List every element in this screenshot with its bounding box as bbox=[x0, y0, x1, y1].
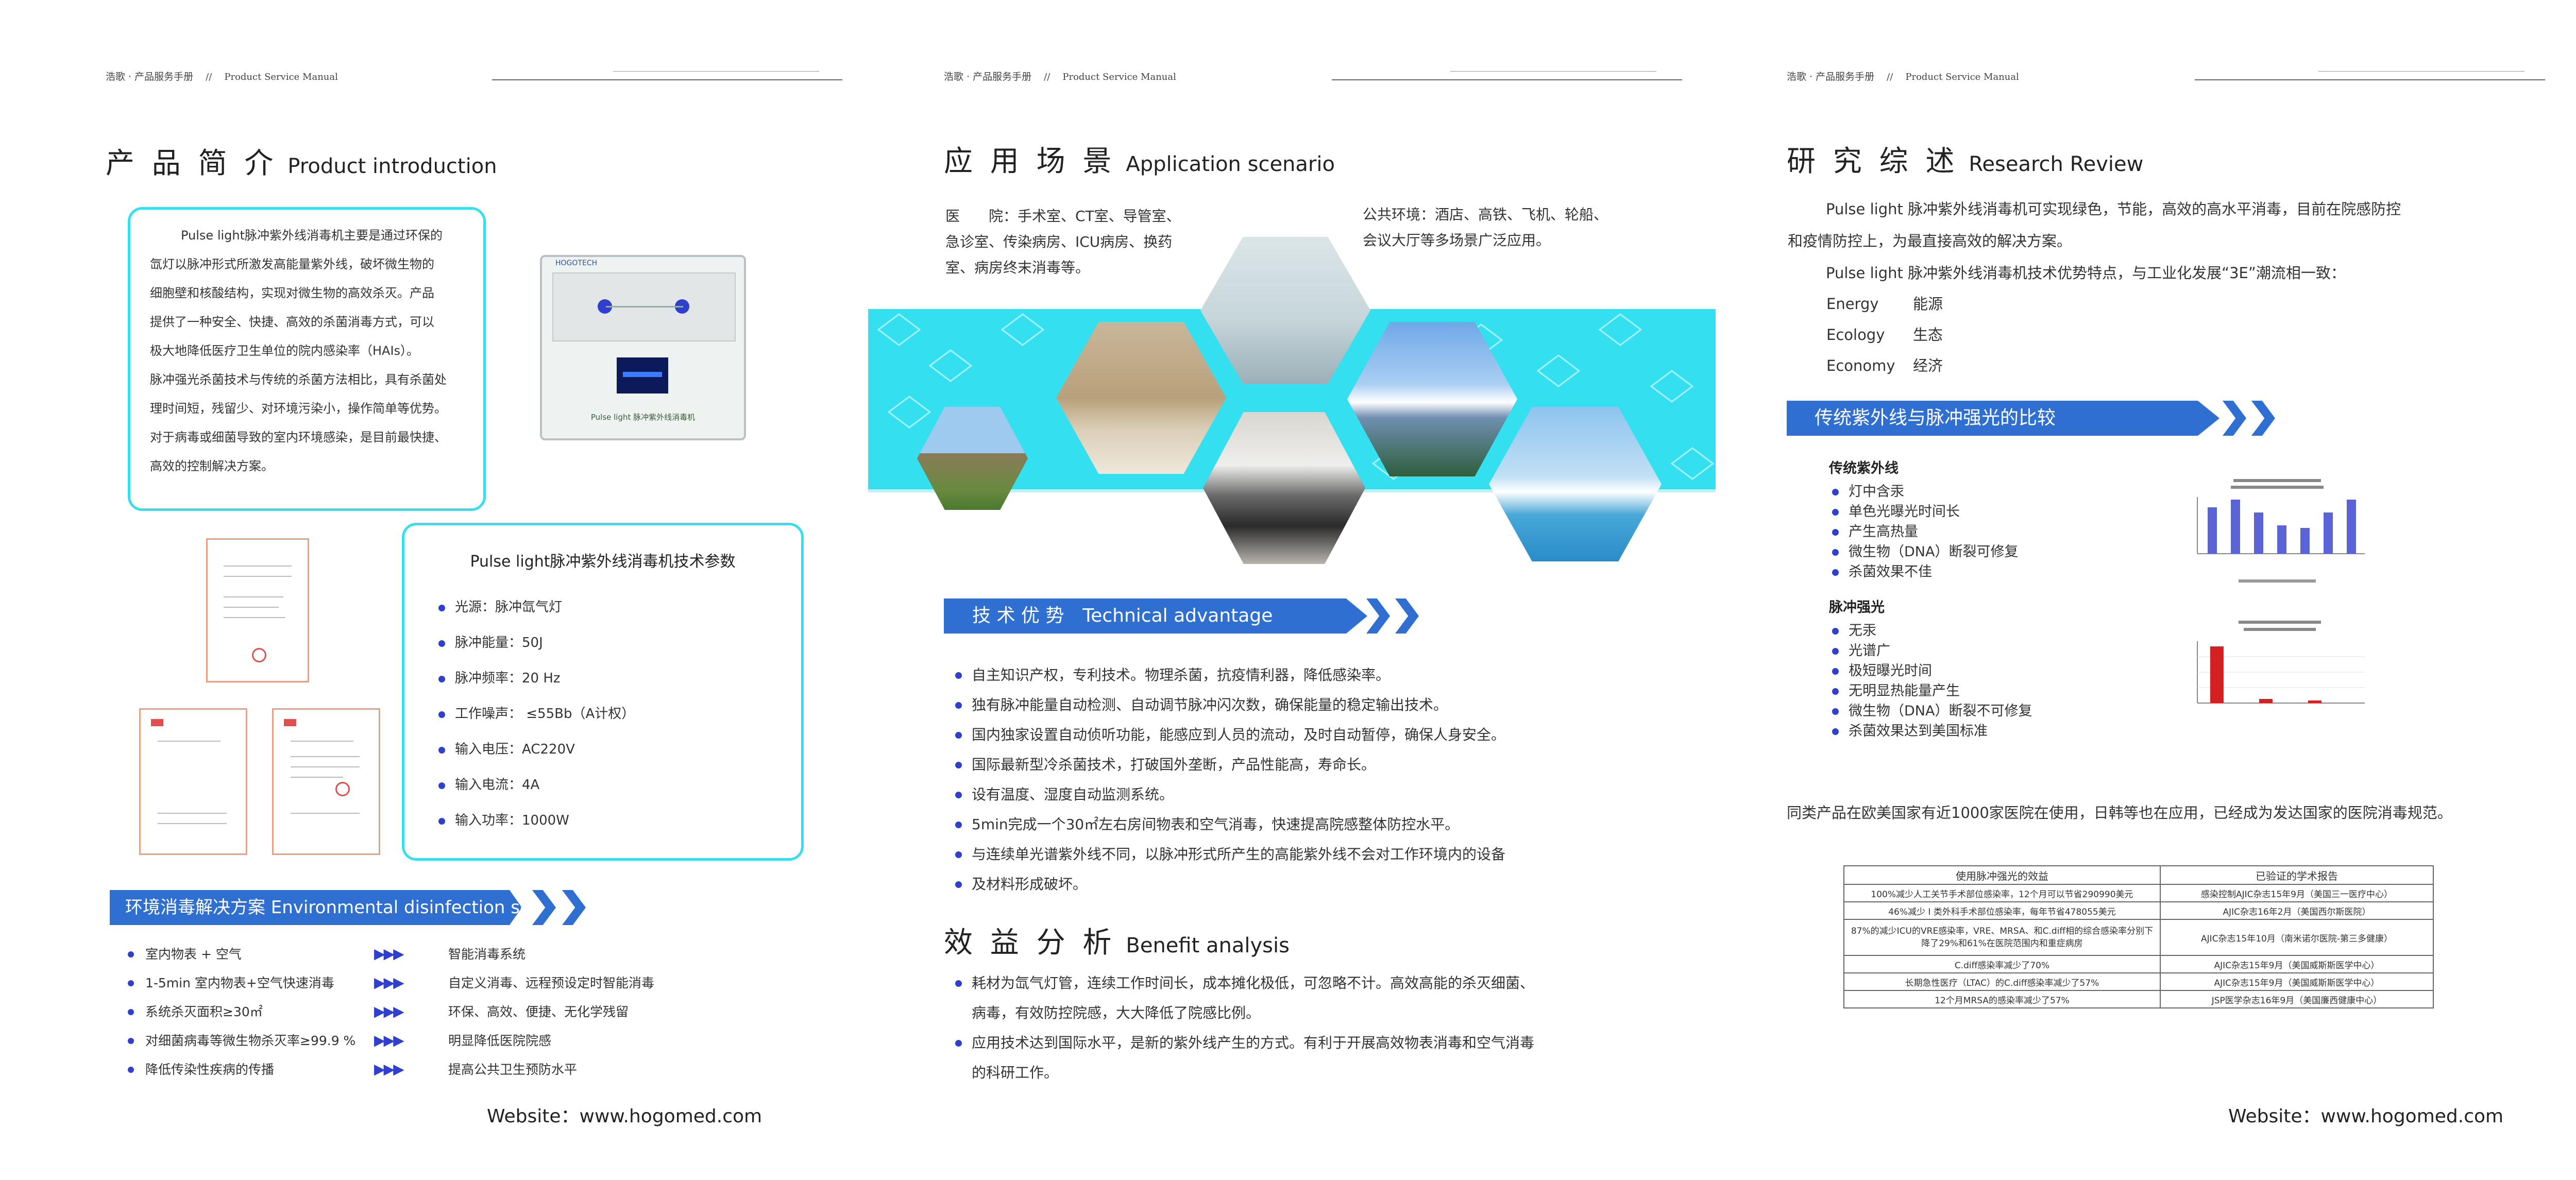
tech-item: 5min完成一个30㎡左右房间物表和空气消毒，快速提高院感整体防控水平。 bbox=[952, 810, 1699, 840]
env-solutions-banner: 环境消毒解决方案 Environmental disinfection solu… bbox=[110, 890, 609, 925]
intro-box: Pulse light脉冲紫外线消毒机主要是通过环保的 氙灯以脉冲形式所激发高能… bbox=[128, 207, 486, 511]
param-item: 光源：脉冲氙气灯 bbox=[435, 590, 635, 625]
chevron-icon bbox=[562, 890, 586, 925]
website-footer[interactable]: Website：www.hogomed.com bbox=[2228, 1101, 2503, 1128]
arrows-icon: ▶▶▶ bbox=[374, 945, 404, 962]
seal-icon bbox=[252, 648, 266, 662]
table-row: 12个月MRSA的感染率减少了57% JSP医学杂志16年9月（美国廉西健康中心… bbox=[1843, 990, 2434, 1008]
arrows-icon: ▶▶▶ bbox=[374, 1032, 404, 1049]
research-table: 使用脉冲强光的效益 已验证的学术报告 100%减少人工关节手术部位感染率，12个… bbox=[1843, 865, 2434, 1008]
benefit-list: 耗材为氙气灯管，连续工作时间长，成本摊化极低，可忽略不计。高效高能的杀灭细菌、 … bbox=[952, 968, 1699, 1088]
pulse-item: 极短曝光时间 bbox=[1829, 661, 2190, 681]
tech-item: 与连续单光谱紫外线不同，以脉冲形式所产生的高能紫外线不会对工作环境内的设备 bbox=[952, 840, 1699, 869]
arrows-icon: ▶▶▶ bbox=[374, 1003, 404, 1020]
table-row: C.diff感染率减少了70% AJIC杂志15年9月（美国威斯斯医学中心） bbox=[1843, 955, 2434, 973]
chart-thumbnail-pulse bbox=[2182, 615, 2372, 752]
page-title: 产 品 简 介 Product introduction bbox=[106, 147, 497, 180]
pulse-item: 光谱广 bbox=[1829, 641, 2190, 661]
certificate-doc-2 bbox=[139, 708, 247, 855]
table-row: 100%减少人工关节手术部位感染率，12个月可以节省290990美元 感染控制A… bbox=[1843, 884, 2434, 902]
device-image: HOGOTECH Pulse light 脉冲紫外线消毒机 bbox=[540, 255, 746, 440]
header-brand: 浩歌 · 产品服务手册 bbox=[106, 71, 194, 82]
chevron-icon bbox=[2251, 401, 2275, 436]
param-item: 输入电流：4A bbox=[435, 767, 635, 803]
header-rule bbox=[492, 79, 842, 80]
page1-header: 浩歌 · 产品服务手册 // Product Service Manual bbox=[106, 71, 338, 82]
param-item: 脉冲频率：20 Hz bbox=[435, 661, 635, 696]
tech-item: 设有温度、湿度自动监测系统。 bbox=[952, 780, 1699, 810]
research-intro: Pulse light 脉冲紫外线消毒机可实现绿色，节能，高效的高水平消毒，目前… bbox=[1788, 200, 2401, 282]
public-scenario-text: 公共环境：酒店、高铁、飞机、轮船、 会议大厅等多场景广泛应用。 bbox=[1363, 206, 1608, 249]
pulse-item: 无汞 bbox=[1829, 621, 2190, 641]
param-item: 输入功率：1000W bbox=[435, 803, 635, 839]
tech-item: 自主知识产权，专利技术。物理杀菌，抗疫情利器，降低感染率。 bbox=[952, 660, 1699, 690]
header-rule bbox=[2195, 79, 2545, 80]
page-title: 应 用 场 景 Application scenario bbox=[944, 145, 1335, 178]
intro-text: Pulse light脉冲紫外线消毒机主要是通过环保的 氙灯以脉冲形式所激发高能… bbox=[150, 228, 447, 473]
pulse-item: 杀菌效果达到美国标准 bbox=[1829, 721, 2190, 741]
device-label: Pulse light 脉冲紫外线消毒机 bbox=[590, 413, 696, 422]
tech-advantage-banner: 技 术 优 势 Technical advantage bbox=[944, 598, 1459, 634]
table-row: 87%的减少ICU的VRE感染率，VRE、MRSA、和C.diff相的综合感染率… bbox=[1843, 919, 2434, 956]
param-item: 脉冲能量：50J bbox=[435, 625, 635, 661]
summary-text: 同类产品在欧美国家有近1000家医院在使用，日韩等也在应用，已经成为发达国家的医… bbox=[1787, 804, 2452, 822]
param-item: 输入电压：AC220V bbox=[435, 732, 635, 767]
three-e-item: Economy 经济 bbox=[1826, 357, 1943, 374]
header-rule-top bbox=[613, 71, 819, 72]
params-box: Pulse light脉冲紫外线消毒机技术参数 光源：脉冲氙气灯 脉冲能量：50… bbox=[402, 523, 804, 861]
solution-row: 降低传染性疾病的传播 ▶▶▶ 提高公共卫生预防水平 bbox=[124, 1055, 845, 1084]
benefit-title: 效 益 分 析 Benefit analysis bbox=[944, 926, 1290, 960]
header-rule-top bbox=[1450, 71, 1656, 72]
solutions-list: 室内物表 + 空气 ▶▶▶ 智能消毒系统 1-5min 室内物表+空气快速消毒 … bbox=[124, 940, 845, 1084]
table-header-row: 使用脉冲强光的效益 已验证的学术报告 bbox=[1843, 865, 2434, 885]
trad-item: 灯中含汞 bbox=[1829, 482, 2190, 502]
tech-advantage-list: 自主知识产权，专利技术。物理杀菌，抗疫情利器，降低感染率。 独有脉冲能量自动检测… bbox=[952, 660, 1699, 899]
certificate-doc-3 bbox=[272, 708, 380, 855]
three-e-item: Energy 能源 bbox=[1826, 295, 1943, 313]
seal-icon bbox=[335, 782, 350, 796]
certificate-doc-1 bbox=[206, 538, 309, 682]
trad-item: 杀菌效果不佳 bbox=[1829, 562, 2190, 582]
chevron-icon bbox=[1395, 598, 1419, 634]
params-title: Pulse light脉冲紫外线消毒机技术参数 bbox=[470, 553, 736, 571]
arrows-icon: ▶▶▶ bbox=[374, 1061, 404, 1078]
website-footer[interactable]: Website：www.hogomed.com bbox=[487, 1101, 762, 1128]
arrows-icon: ▶▶▶ bbox=[374, 974, 404, 991]
header-rule-top bbox=[2318, 71, 2524, 72]
device-screen bbox=[617, 357, 668, 394]
page-title: 研 究 综 述 Research Review bbox=[1787, 145, 2144, 178]
table-row: 46%减少 I 类外科手术部位感染率，每年节省478055美元 AJIC杂志16… bbox=[1843, 901, 2434, 920]
comparison-banner: 传统紫外线与脉冲强光的比较 bbox=[1787, 401, 2312, 436]
param-item: 工作噪声： ≤55Bb（A计权） bbox=[435, 696, 635, 732]
pulse-item: 微生物（DNA）断裂不可修复 bbox=[1829, 701, 2190, 721]
traditional-uv-block: 传统紫外线 灯中含汞 单色光曝光时间长 产生高热量 微生物（DNA）断裂可修复 … bbox=[1829, 458, 2190, 582]
pulse-light-block: 脉冲强光 无汞 光谱广 极短曝光时间 无明显热能量产生 微生物（DNA）断裂不可… bbox=[1829, 597, 2190, 741]
table-row: 长期急性医疗（LTAC）的C.diff感染率减少了57% AJIC杂志15年9月… bbox=[1843, 972, 2434, 991]
trad-item: 产生高热量 bbox=[1829, 522, 2190, 542]
trad-item: 微生物（DNA）断裂可修复 bbox=[1829, 542, 2190, 562]
trad-item: 单色光曝光时间长 bbox=[1829, 502, 2190, 522]
three-e-list: Energy 能源 Ecology 生态 Economy 经济 bbox=[1826, 288, 1943, 381]
solution-row: 室内物表 + 空气 ▶▶▶ 智能消毒系统 bbox=[124, 940, 845, 969]
logo-icon bbox=[151, 719, 163, 726]
solution-row: 系统杀灭面积≥30㎡ ▶▶▶ 环保、高效、便捷、无化学残留 bbox=[124, 998, 845, 1027]
tech-item: 国际最新型冷杀菌技术，打破国外垄断，产品性能高，寿命长。 bbox=[952, 750, 1699, 780]
page2-header: 浩歌 · 产品服务手册 // Product Service Manual bbox=[944, 71, 1176, 82]
chevron-icon bbox=[532, 890, 556, 925]
header-en: Product Service Manual bbox=[224, 72, 338, 82]
logo-icon bbox=[284, 719, 296, 726]
chevron-icon bbox=[2223, 401, 2246, 436]
solution-row: 1-5min 室内物表+空气快速消毒 ▶▶▶ 自定义消毒、远程预设定时智能消毒 bbox=[124, 969, 845, 998]
pulse-item: 无明显热能量产生 bbox=[1829, 681, 2190, 701]
page3-header: 浩歌 · 产品服务手册 // Product Service Manual bbox=[1787, 71, 2019, 82]
tech-item: 国内独家设置自动侦听功能，能感应到人员的流动，及时自动暂停，确保人身安全。 bbox=[952, 720, 1699, 750]
chevron-icon bbox=[1366, 598, 1390, 634]
three-e-item: Ecology 生态 bbox=[1826, 326, 1943, 344]
solution-row: 对细菌病毒等微生物杀灭率≥99.9 % ▶▶▶ 明显降低医院院感 bbox=[124, 1027, 845, 1055]
params-list: 光源：脉冲氙气灯 脉冲能量：50J 脉冲频率：20 Hz 工作噪声： ≤55Bb… bbox=[435, 590, 635, 839]
tech-item: 独有脉冲能量自动检测、自动调节脉冲闪次数，确保能量的稳定输出技术。 bbox=[952, 690, 1699, 720]
header-rule bbox=[1332, 79, 1682, 80]
chart-thumbnail-traditional bbox=[2182, 476, 2372, 592]
